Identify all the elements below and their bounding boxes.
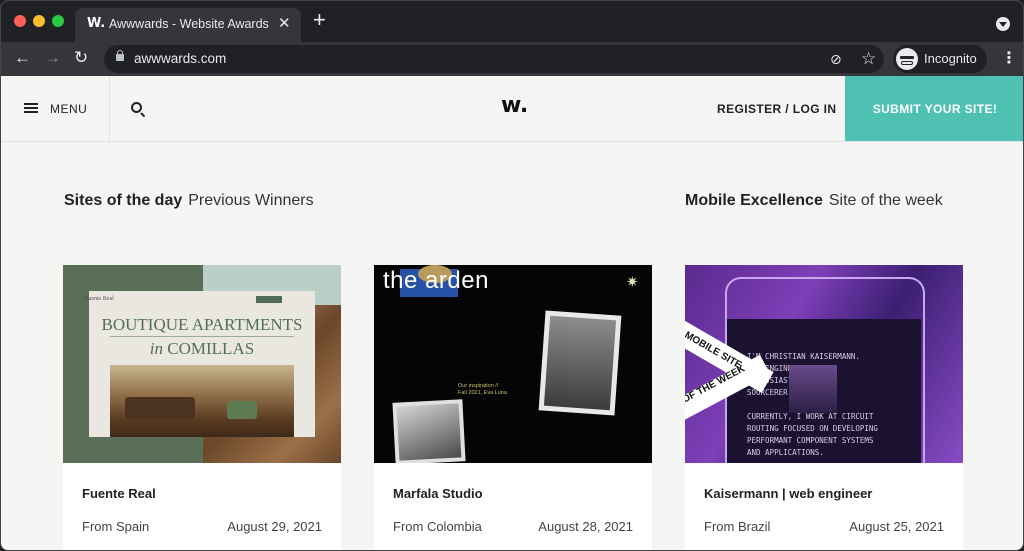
forward-arrow-icon[interactable]: → [44, 48, 61, 68]
previous-winners-link[interactable]: Previous Winners [188, 192, 313, 209]
thumbnail-caption: Our inspiration // [458, 383, 499, 389]
bookmark-star-icon[interactable]: ☆ [861, 49, 876, 69]
url-text[interactable]: awwwards.com [134, 51, 226, 66]
browser-window: W. Awwwards - Website Awards - ✕ + ← → ↻… [0, 0, 1024, 551]
tab-favicon-icon: W. [87, 16, 106, 31]
site-card-kaisermann[interactable]: I'M CHRISTIAN KAISERMANN. WEB ENGINEER, … [685, 265, 963, 550]
thumbnail-subheadline: in COMILLAS [149, 339, 255, 358]
site-name[interactable]: Fuente Real [82, 486, 156, 501]
menu-label: MENU [50, 102, 88, 116]
site-logo[interactable]: w. [501, 93, 528, 118]
site-name[interactable]: Marfala Studio [393, 486, 483, 501]
tab-strip: W. Awwwards - Website Awards - ✕ + [1, 1, 1023, 42]
browser-toolbar: ← → ↻ awwwards.com ⊘ ☆ Incognito ⋮ [1, 42, 1023, 76]
thumbnail-text: AND APPLICATIONS. [747, 448, 824, 457]
reload-icon[interactable]: ↻ [74, 48, 88, 68]
close-window-button[interactable] [14, 15, 26, 27]
site-date: August 28, 2021 [538, 519, 633, 534]
sparkle-icon: ✷ [626, 274, 639, 291]
section-title: Sites of the day [64, 192, 183, 209]
hamburger-icon [24, 103, 38, 113]
thumbnail-text: I'M CHRISTIAN KAISERMANN. [747, 352, 860, 361]
incognito-icon [896, 48, 918, 70]
site-card-fuente-real[interactable]: Fuente Real BOUTIQUE APARTMENTS in COMIL… [63, 265, 341, 550]
site-name[interactable]: Kaisermann | web engineer [704, 486, 872, 501]
new-tab-icon[interactable]: + [313, 9, 326, 31]
avatar [789, 365, 837, 413]
thumbnail-caption: Fall 2021, Eva Luna [458, 390, 507, 396]
site-country: From Brazil [704, 519, 771, 534]
address-bar[interactable]: awwwards.com ⊘ ☆ [104, 45, 884, 73]
close-tab-icon[interactable]: ✕ [278, 14, 291, 32]
maximize-window-button[interactable] [52, 15, 64, 27]
eye-off-icon[interactable]: ⊘ [830, 51, 842, 68]
minimize-window-button[interactable] [33, 15, 45, 27]
back-arrow-icon[interactable]: ← [14, 48, 31, 68]
site-thumbnail[interactable]: I'M CHRISTIAN KAISERMANN. WEB ENGINEER, … [685, 265, 963, 463]
site-country: From Colombia [393, 519, 482, 534]
site-header: MENU w. REGISTER / LOG IN SUBMIT YOUR SI… [1, 76, 1023, 142]
thumbnail-text: PERFORMANT COMPONENT SYSTEMS [747, 436, 874, 445]
lock-icon[interactable] [116, 50, 124, 61]
tab-title: Awwwards - Website Awards - [109, 17, 269, 31]
tab-search-icon[interactable] [996, 17, 1010, 31]
sites-of-the-day-heading: Sites of the day Previous Winners [64, 192, 314, 210]
site-card-marfala-studio[interactable]: the arden ✷ Our inspiration // Fall 2021… [374, 265, 652, 550]
menu-button[interactable]: MENU [1, 76, 110, 141]
submit-site-label: SUBMIT YOUR SITE! [872, 102, 998, 116]
site-of-the-week-link[interactable]: Site of the week [829, 192, 943, 209]
thumbnail-title: the arden [383, 267, 489, 294]
section-title: Mobile Excellence [685, 192, 823, 209]
register-login-link[interactable]: REGISTER / LOG IN [717, 102, 836, 116]
thumbnail-headline: BOUTIQUE APARTMENTS [101, 315, 303, 334]
more-menu-icon[interactable]: ⋮ [1001, 49, 1017, 69]
thumbnail-text: ROUTING FOCUSED ON DEVELOPING [747, 424, 878, 433]
site-country: From Spain [82, 519, 150, 534]
site-thumbnail[interactable]: the arden ✷ Our inspiration // Fall 2021… [374, 265, 652, 463]
thumbnail-brand: Fuente Real [85, 296, 114, 302]
site-thumbnail[interactable]: Fuente Real BOUTIQUE APARTMENTS in COMIL… [63, 265, 341, 463]
site-date: August 29, 2021 [227, 519, 322, 534]
browser-tab[interactable]: W. Awwwards - Website Awards - ✕ [75, 8, 301, 42]
incognito-label: Incognito [924, 51, 977, 66]
search-icon[interactable] [130, 101, 146, 118]
incognito-profile-button[interactable]: Incognito [893, 45, 987, 73]
mobile-excellence-heading: Mobile Excellence Site of the week [685, 192, 943, 210]
site-date: August 25, 2021 [849, 519, 944, 534]
submit-site-button[interactable]: SUBMIT YOUR SITE! [845, 76, 1023, 141]
